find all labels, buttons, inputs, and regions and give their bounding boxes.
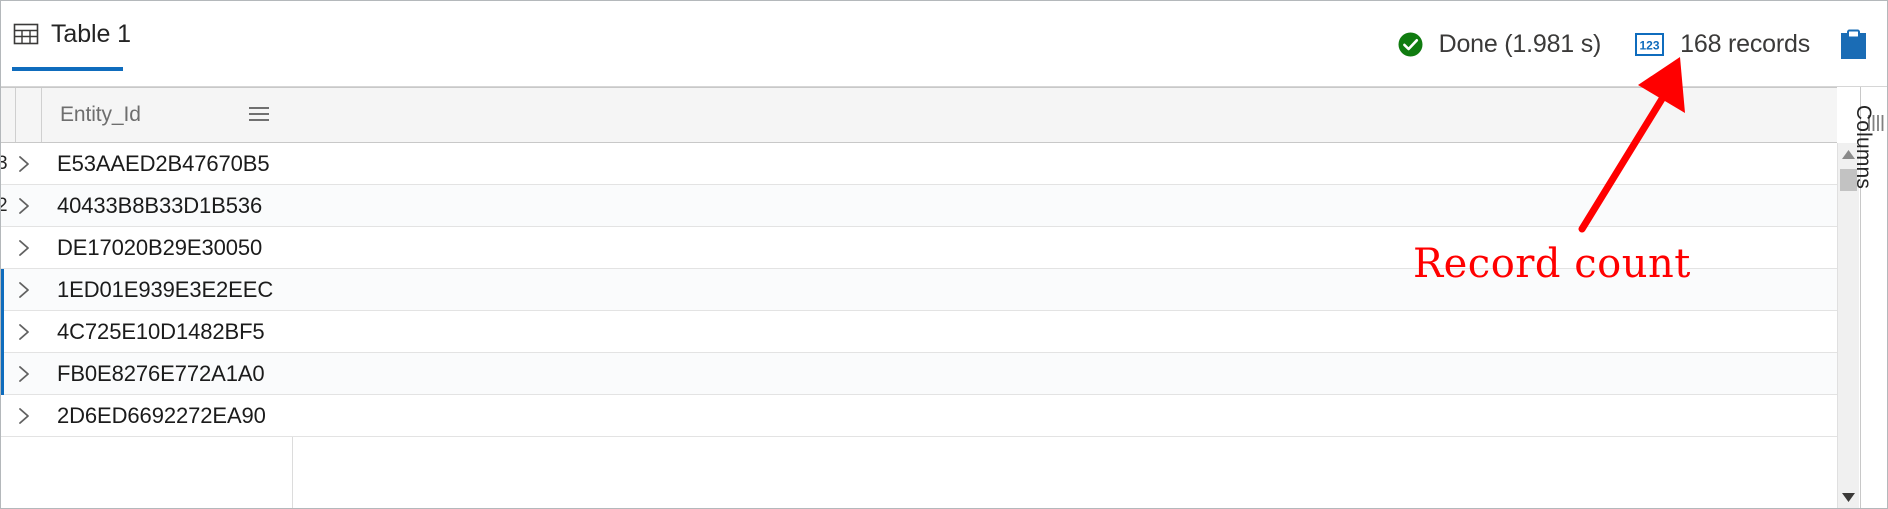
table-row[interactable]: 4C725E10D1482BF5 bbox=[1, 311, 1837, 353]
table-row[interactable]: 2D6ED6692272EA90 bbox=[1, 395, 1837, 437]
status-text: Done (1.981 s) bbox=[1438, 29, 1602, 58]
row-clipped-text: 2 bbox=[1, 195, 9, 217]
tab-table-1[interactable]: Table 1 bbox=[13, 13, 131, 75]
grid-rows: 3 E53AAED2B47670B5 2 40433B8B33D1B536 DE1702… bbox=[1, 143, 1837, 508]
chevron-right-icon[interactable] bbox=[13, 237, 35, 259]
check-circle-icon bbox=[1397, 31, 1424, 58]
scroll-down-arrow-icon[interactable] bbox=[1838, 487, 1859, 507]
header-status-cluster: Done (1.981 s) 123 168 records bbox=[1397, 1, 1887, 87]
table-row[interactable]: FB0E8276E772A1A0 bbox=[1, 353, 1837, 395]
grid-header-row: Entity_Id bbox=[1, 87, 1837, 143]
grid-vertical-scrollbar[interactable] bbox=[1837, 143, 1859, 508]
table-row[interactable]: 3 E53AAED2B47670B5 bbox=[1, 143, 1837, 185]
chevron-right-icon[interactable] bbox=[13, 279, 35, 301]
row-clipped-text: 3 bbox=[1, 153, 9, 175]
svg-text:123: 123 bbox=[1640, 38, 1660, 52]
cell-entity-id: FB0E8276E772A1A0 bbox=[57, 361, 265, 386]
record-count-indicator: 123 168 records bbox=[1635, 30, 1810, 59]
query-result-viewer: Table 1 Done (1.981 s) 123 168 records E… bbox=[0, 0, 1888, 509]
table-icon bbox=[13, 21, 39, 47]
chevron-right-icon[interactable] bbox=[13, 321, 35, 343]
query-status: Done (1.981 s) bbox=[1397, 29, 1602, 59]
hamburger-menu-icon[interactable] bbox=[247, 104, 271, 124]
tab-active-indicator bbox=[12, 67, 123, 71]
record-count-text: 168 records bbox=[1680, 29, 1810, 58]
row-selection-marker bbox=[1, 311, 4, 353]
cell-entity-id: 4C725E10D1482BF5 bbox=[57, 319, 265, 344]
cell-entity-id: 1ED01E939E3E2EEC bbox=[57, 277, 274, 302]
table-row[interactable]: 2 40433B8B33D1B536 bbox=[1, 185, 1837, 227]
row-selection-marker bbox=[1, 353, 4, 395]
cell-entity-id: 40433B8B33D1B536 bbox=[57, 193, 263, 218]
table-row[interactable]: 1ED01E939E3E2EEC bbox=[1, 269, 1837, 311]
result-header: Table 1 Done (1.981 s) 123 168 records bbox=[1, 1, 1887, 87]
grid-header-gutter-divider bbox=[15, 88, 16, 142]
row-selection-marker bbox=[1, 269, 4, 311]
cell-entity-id: E53AAED2B47670B5 bbox=[57, 151, 270, 176]
chevron-right-icon[interactable] bbox=[13, 405, 35, 427]
data-grid: Entity_Id 3 E53AAED2B47670B5 2 40433B8B33D1… bbox=[1, 87, 1887, 508]
column-header-label: Entity_Id bbox=[60, 103, 141, 126]
chevron-right-icon[interactable] bbox=[13, 363, 35, 385]
numeric-123-icon: 123 bbox=[1635, 32, 1665, 56]
columns-side-panel[interactable]: Columns bbox=[1852, 87, 1887, 508]
column-header-entity-id[interactable]: Entity_Id bbox=[41, 88, 291, 142]
columns-panel-label: Columns bbox=[1852, 104, 1875, 190]
chevron-right-icon[interactable] bbox=[13, 195, 35, 217]
cell-entity-id: 2D6ED6692272EA90 bbox=[57, 403, 266, 428]
clipboard-icon[interactable] bbox=[1840, 29, 1867, 60]
table-row[interactable]: DE17020B29E30050 bbox=[1, 227, 1837, 269]
cell-entity-id: DE17020B29E30050 bbox=[57, 235, 263, 260]
tab-label: Table 1 bbox=[51, 20, 131, 48]
chevron-right-icon[interactable] bbox=[13, 153, 35, 175]
